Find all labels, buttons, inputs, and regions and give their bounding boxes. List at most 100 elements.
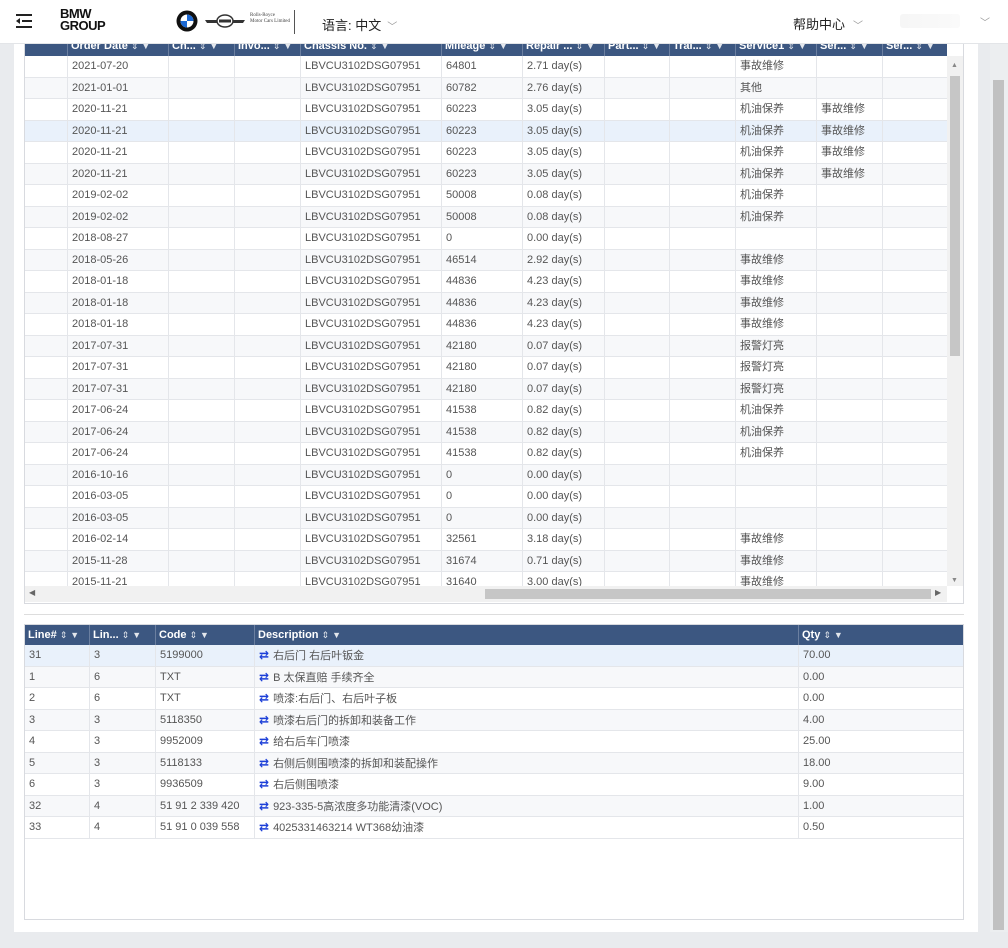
table-row[interactable]: 2016-03-05 LBVCU3102DSG07951 0 0.00 day(s) [25, 507, 947, 529]
table-row[interactable]: 2018-01-18 LBVCU3102DSG07951 44836 4.23 day… [25, 314, 947, 336]
table-row[interactable]: 2018-08-27 LBVCU3102DSG07951 0 0.00 day(s) [25, 228, 947, 250]
filter-icon[interactable]: ▼ [70, 630, 79, 640]
column-header[interactable]: Mileage ⇕ ▼ [441, 44, 522, 56]
table-row[interactable]: 2020-11-21 LBVCU3102DSG07951 60223 3.05 day… [25, 120, 947, 142]
swap-arrows-icon[interactable]: ⇄ [259, 731, 269, 752]
filter-icon[interactable]: ▼ [132, 630, 141, 640]
scroll-right-icon[interactable]: ▶ [935, 588, 941, 597]
column-header[interactable]: Code ⇕ ▼ [155, 625, 254, 645]
sort-icon[interactable]: ⇕ [370, 44, 378, 51]
row-selector-cell[interactable] [25, 336, 67, 357]
table-row[interactable]: 5 3 5118133 ⇄ 右侧后侧围喷漆的拆卸和装配操作 18.00 [25, 752, 963, 774]
row-selector-cell[interactable] [25, 465, 67, 486]
sort-icon[interactable]: ⇕ [849, 44, 857, 51]
table-row[interactable]: 2016-10-16 LBVCU3102DSG07951 0 0.00 day(s) [25, 464, 947, 486]
filter-icon[interactable]: ▼ [652, 44, 661, 51]
table-row[interactable]: 2016-02-14 LBVCU3102DSG07951 32561 3.18 day… [25, 529, 947, 551]
chevron-down-icon[interactable]: ﹀ [980, 14, 990, 29]
row-selector-cell[interactable] [25, 443, 67, 464]
table-row[interactable]: 2017-06-24 LBVCU3102DSG07951 41538 0.82 day… [25, 400, 947, 422]
row-selector-cell[interactable] [25, 99, 67, 120]
swap-arrows-icon[interactable]: ⇄ [259, 817, 269, 838]
filter-icon[interactable]: ▼ [332, 630, 341, 640]
column-header[interactable]: Ser... ⇕ ▼ [882, 44, 947, 56]
filter-icon[interactable]: ▼ [834, 630, 843, 640]
column-header[interactable]: Repair ... ⇕ ▼ [522, 44, 604, 56]
sort-icon[interactable]: ⇕ [823, 630, 831, 640]
orders-grid-vertical-scrollbar[interactable]: ▲ ▼ [947, 56, 963, 586]
help-center-menu[interactable]: 帮助中心 ﹀ [793, 14, 863, 33]
page-scrollbar[interactable] [990, 44, 1008, 932]
row-selector-cell[interactable] [25, 379, 67, 400]
table-row[interactable]: 2017-06-24 LBVCU3102DSG07951 41538 0.82 day… [25, 443, 947, 465]
table-row[interactable]: 33 4 51 91 0 039 558 ⇄ 4025331463214 WT368幼油… [25, 817, 963, 839]
column-header[interactable]: Lin... ⇕ ▼ [89, 625, 155, 645]
filter-icon[interactable]: ▼ [283, 44, 292, 51]
sort-icon[interactable]: ⇕ [705, 44, 713, 51]
row-selector-cell[interactable] [25, 508, 67, 529]
sort-icon[interactable]: ⇕ [131, 44, 139, 51]
sort-icon[interactable]: ⇕ [488, 44, 496, 51]
column-header[interactable]: Qty ⇕ ▼ [798, 625, 963, 645]
filter-icon[interactable]: ▼ [381, 44, 390, 51]
row-selector-cell[interactable] [25, 228, 67, 249]
sort-icon[interactable]: ⇕ [122, 630, 130, 640]
table-row[interactable]: 4 3 9952009 ⇄ 给右后车门喷漆 25.00 [25, 731, 963, 753]
table-row[interactable]: 2018-01-18 LBVCU3102DSG07951 44836 4.23 day… [25, 292, 947, 314]
table-row[interactable]: 32 4 51 91 2 339 420 ⇄ 923-335-5高浓度多功能清漆(VOC… [25, 795, 963, 817]
table-row[interactable]: 2019-02-02 LBVCU3102DSG07951 50008 0.08 day… [25, 206, 947, 228]
column-header[interactable]: Order Date ⇕ ▼ [67, 44, 168, 56]
row-selector-cell[interactable] [25, 529, 67, 550]
row-selector-cell[interactable] [25, 314, 67, 335]
row-selector-cell[interactable] [25, 121, 67, 142]
sort-icon[interactable]: ⇕ [787, 44, 795, 51]
column-header[interactable]: Service1 ⇕ ▼ [735, 44, 816, 56]
row-selector-cell[interactable] [25, 185, 67, 206]
sort-icon[interactable]: ⇕ [199, 44, 207, 51]
orders-grid-horizontal-thumb[interactable] [485, 589, 931, 599]
filter-icon[interactable]: ▼ [141, 44, 150, 51]
column-header[interactable]: Line# ⇕ ▼ [25, 625, 89, 645]
sort-icon[interactable]: ⇕ [915, 44, 923, 51]
row-selector-cell[interactable] [25, 250, 67, 271]
table-row[interactable]: 2017-06-24 LBVCU3102DSG07951 41538 0.82 day… [25, 421, 947, 443]
filter-icon[interactable]: ▼ [209, 44, 218, 51]
table-row[interactable]: 31 3 5199000 ⇄ 右后门 右后叶钣金 70.00 [25, 645, 963, 667]
page-scrollbar-thumb[interactable] [993, 80, 1004, 930]
row-selector-cell[interactable] [25, 293, 67, 314]
row-selector-cell[interactable] [25, 56, 67, 77]
table-row[interactable]: 2018-05-26 LBVCU3102DSG07951 46514 2.92 day… [25, 249, 947, 271]
row-selector-cell[interactable] [25, 78, 67, 99]
filter-icon[interactable]: ▼ [798, 44, 807, 51]
scroll-left-icon[interactable]: ◀ [29, 588, 35, 597]
filter-icon[interactable]: ▼ [200, 630, 209, 640]
table-row[interactable]: 2018-01-18 LBVCU3102DSG07951 44836 4.23 day… [25, 271, 947, 293]
filter-icon[interactable]: ▼ [926, 44, 935, 51]
table-row[interactable]: 3 3 5118350 ⇄ 喷漆右后门的拆卸和装备工作 4.00 [25, 709, 963, 731]
table-row[interactable]: 2 6 TXT ⇄ 喷漆:右后门、右后叶子板 0.00 [25, 688, 963, 710]
table-row[interactable]: 2015-11-28 LBVCU3102DSG07951 31674 0.71 day… [25, 550, 947, 572]
sort-icon[interactable]: ⇕ [322, 630, 330, 640]
row-selector-cell[interactable] [25, 271, 67, 292]
row-selector-cell[interactable] [25, 486, 67, 507]
column-header[interactable]: Part... ⇕ ▼ [604, 44, 669, 56]
swap-arrows-icon[interactable]: ⇄ [259, 667, 269, 688]
row-selector-cell[interactable] [25, 207, 67, 228]
row-selector-cell[interactable] [25, 164, 67, 185]
filter-icon[interactable]: ▼ [860, 44, 869, 51]
swap-arrows-icon[interactable]: ⇄ [259, 645, 269, 666]
table-row[interactable]: 2021-07-20 LBVCU3102DSG07951 64801 2.71 day… [25, 56, 947, 78]
swap-arrows-icon[interactable]: ⇄ [259, 710, 269, 731]
column-header[interactable]: Invo... ⇕ ▼ [234, 44, 300, 56]
table-row[interactable]: 2019-02-02 LBVCU3102DSG07951 50008 0.08 day… [25, 185, 947, 207]
filter-icon[interactable]: ▼ [499, 44, 508, 51]
table-row[interactable]: 2021-01-01 LBVCU3102DSG07951 60782 2.76 day… [25, 77, 947, 99]
sort-icon[interactable]: ⇕ [273, 44, 281, 51]
row-selector-cell[interactable] [25, 551, 67, 572]
row-selector-cell[interactable] [25, 357, 67, 378]
menu-collapse-icon[interactable] [16, 14, 32, 28]
sort-icon[interactable]: ⇕ [575, 44, 583, 51]
table-row[interactable]: 2017-07-31 LBVCU3102DSG07951 42180 0.07 day… [25, 378, 947, 400]
table-row[interactable]: 2016-03-05 LBVCU3102DSG07951 0 0.00 day(s) [25, 486, 947, 508]
row-selector-cell[interactable] [25, 400, 67, 421]
